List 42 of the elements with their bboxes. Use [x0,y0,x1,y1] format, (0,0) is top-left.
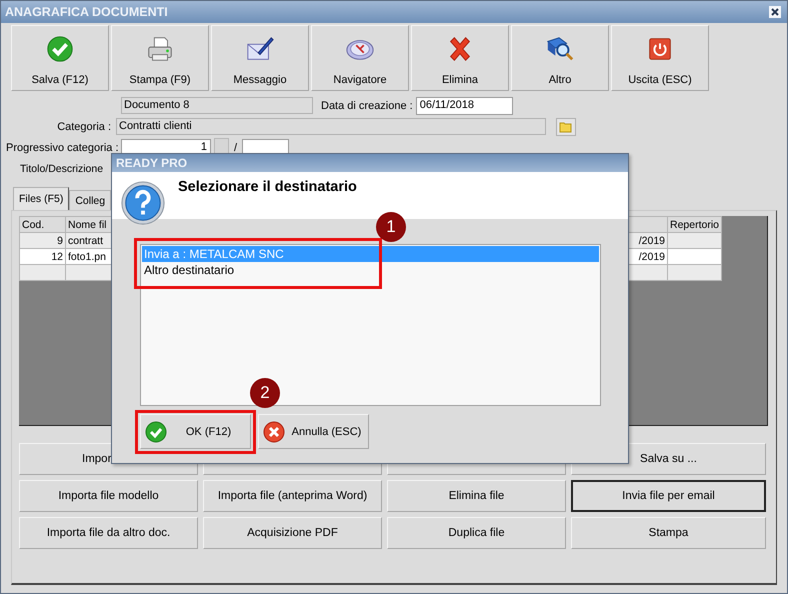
field-label: Categoria : [56,120,112,132]
table-cell [668,264,722,280]
table-cell: 9 [20,232,66,248]
field-label: Progressivo categoria : [6,142,120,154]
button[interactable]: Importa file modello [19,480,198,512]
toolbar-button[interactable]: Altro [511,25,609,91]
tab[interactable]: Files (F5) [13,187,70,210]
toolbar-button[interactable]: Navigatore [311,25,409,91]
column-header[interactable]: Cod. [20,216,66,232]
folder-button[interactable] [556,118,576,136]
dialog-heading: Selezionare il destinatario [178,179,357,197]
dialog-button[interactable]: OK (F12) [140,414,251,449]
toolbar-button[interactable]: Elimina [411,25,509,91]
field-label: Titolo/Descrizione [20,162,104,174]
button[interactable]: Importa file (anteprima Word) [203,480,382,512]
list-item[interactable]: Altro destinatario [142,262,599,278]
button[interactable]: Stampa [571,517,766,549]
tab[interactable]: Colleg [69,190,112,210]
button[interactable]: Acquisizione PDF [203,517,382,549]
button[interactable]: Invia file per email [571,480,766,512]
document-name-field[interactable]: Documento 8 [121,97,313,114]
check-icon [145,420,167,442]
folder-icon [559,120,573,132]
button[interactable]: Duplica file [387,517,566,549]
date-field[interactable]: 06/11/2018 [416,96,513,114]
button[interactable]: Importa file da altro doc. [19,517,198,549]
window-title: ANAGRAFICA DOCUMENTI [5,5,168,19]
button[interactable]: Elimina file [387,480,566,512]
close-icon[interactable] [769,6,781,18]
category-field[interactable]: Contratti clienti [116,118,546,135]
column-header[interactable]: Repertorio [668,216,722,232]
toolbar-button[interactable]: Stampa (F9) [111,25,209,91]
table-cell [668,232,722,248]
separator-text: / [234,142,238,154]
cancel-icon [263,420,285,442]
toolbar-button[interactable]: Salva (F12) [11,25,109,91]
toolbar-button[interactable]: Messaggio [211,25,309,91]
dialog-title: READY PRO [116,156,188,170]
field-label: Data di creazione : [321,100,413,112]
dialog-button[interactable]: Annulla (ESC) [258,414,369,449]
toolbar-button[interactable]: Uscita (ESC) [611,25,709,91]
check-icon [45,34,75,64]
